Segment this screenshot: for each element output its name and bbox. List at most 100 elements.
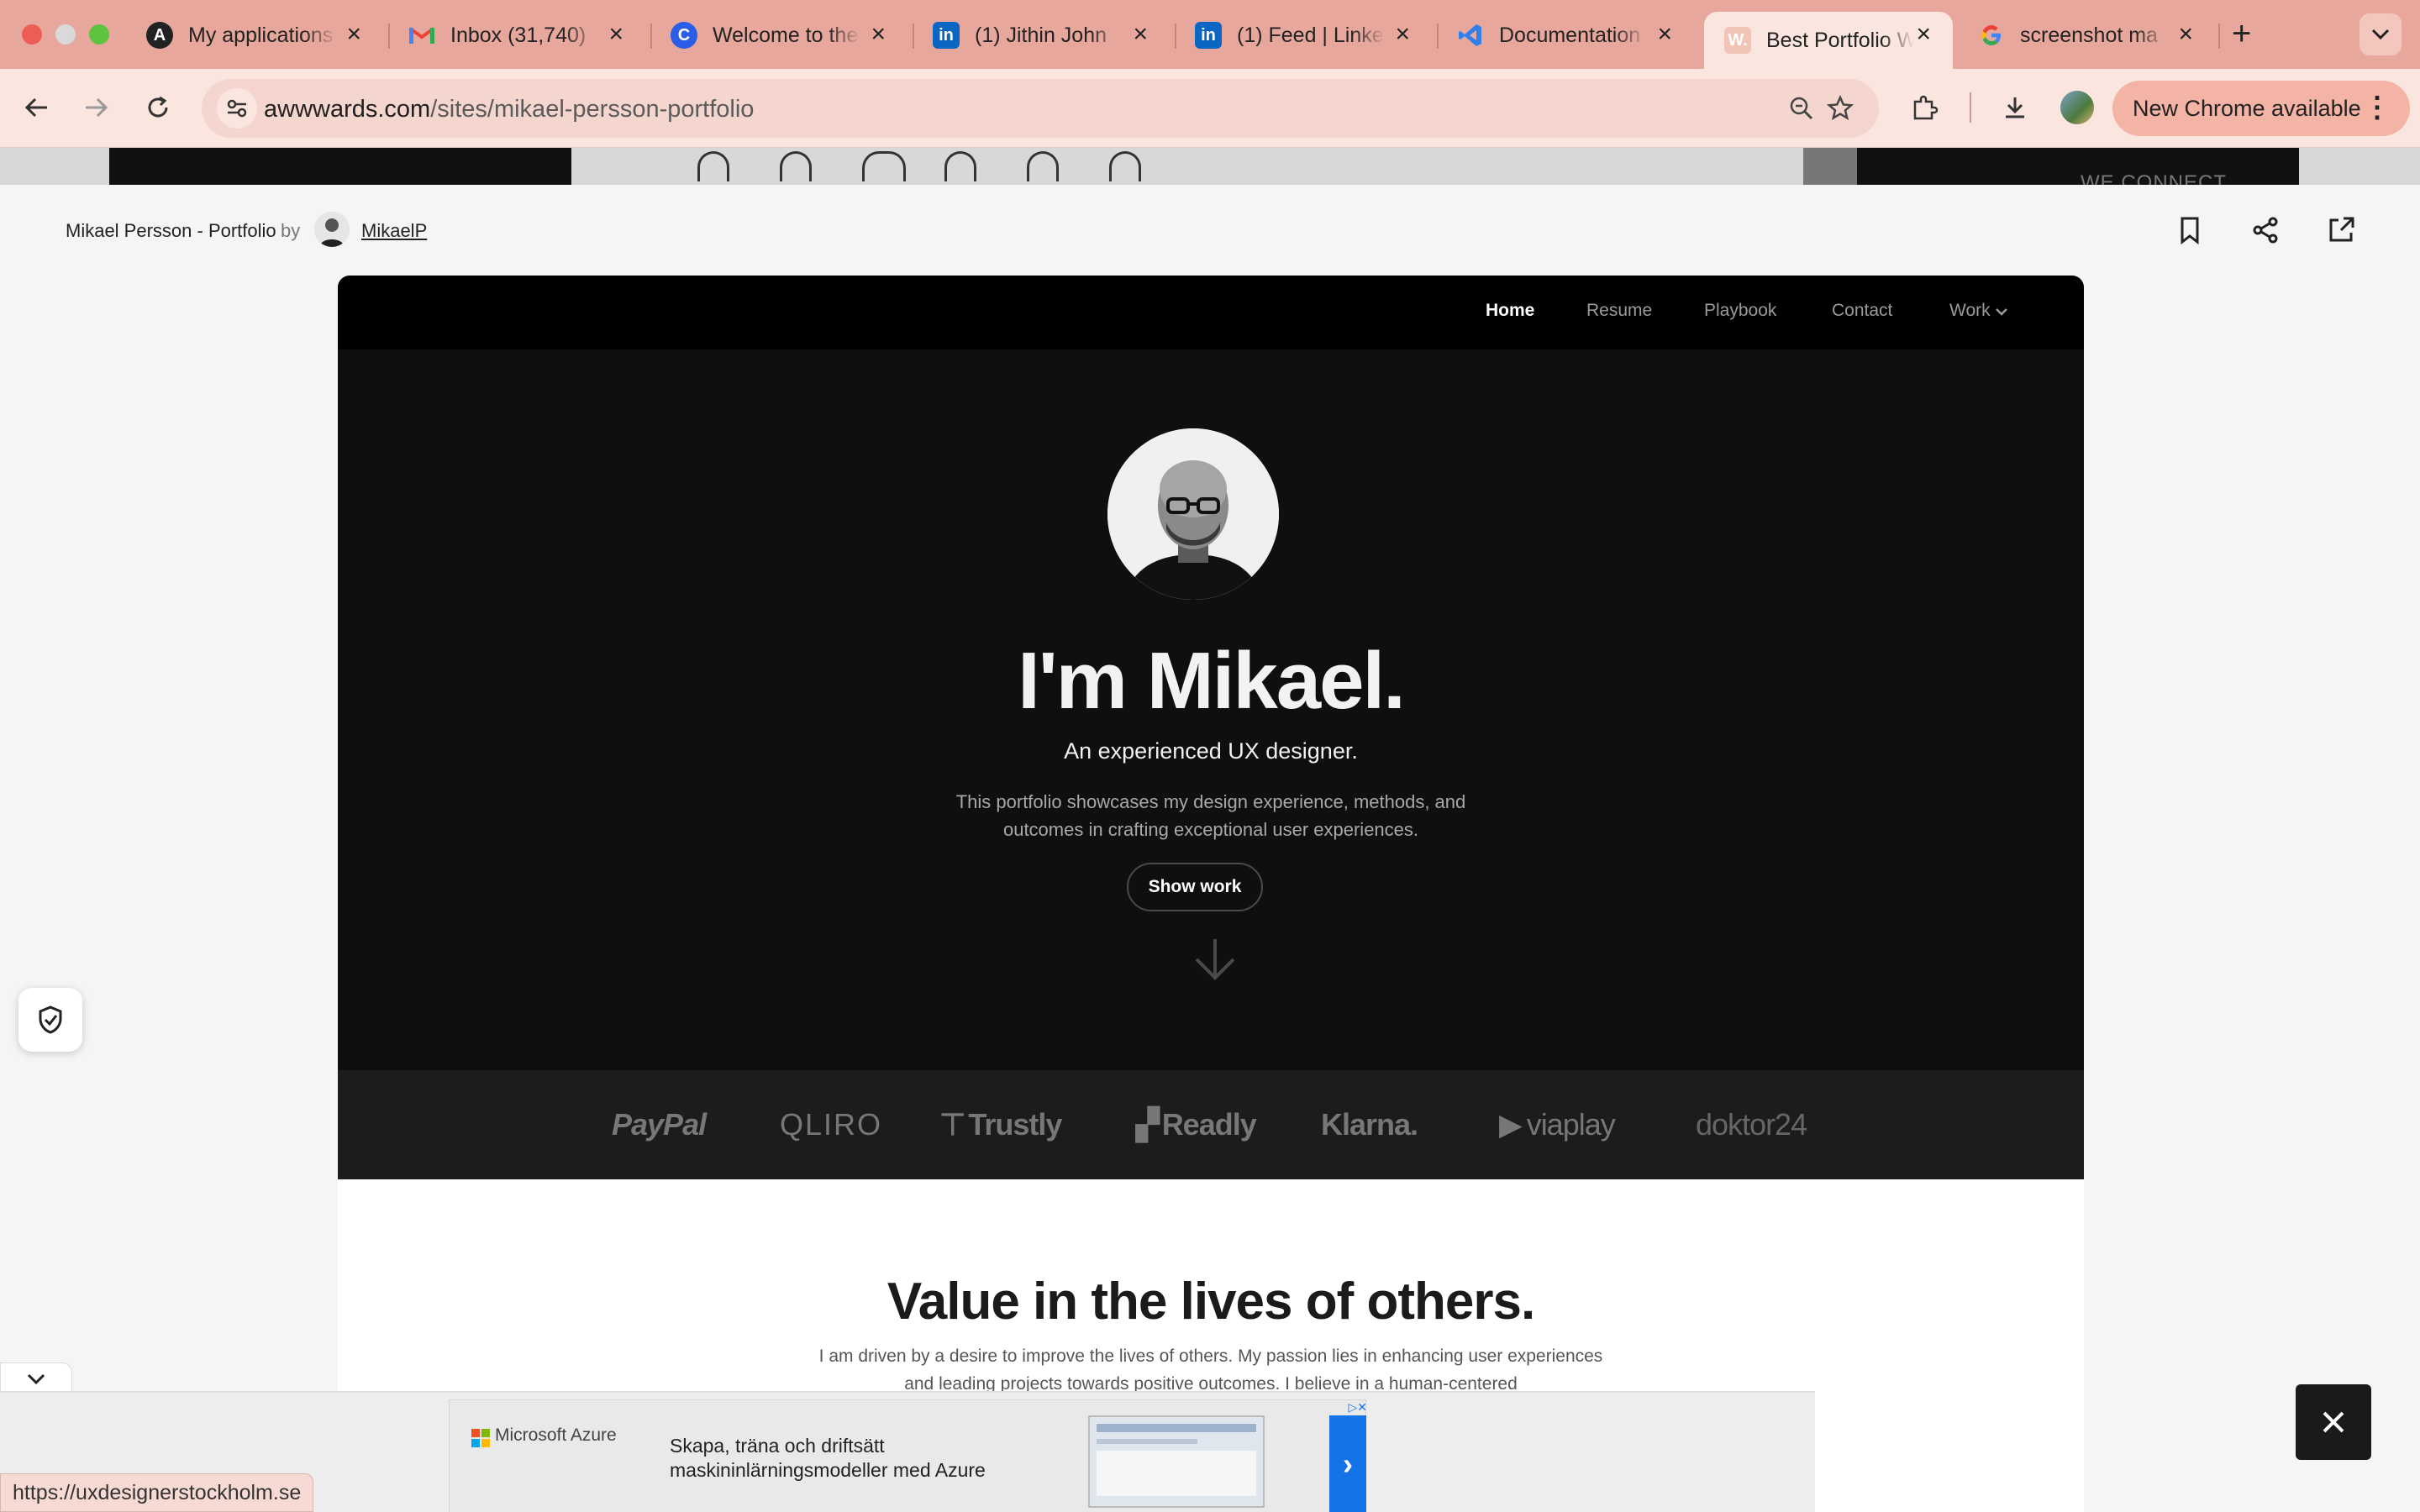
tab-close-icon[interactable]: × xyxy=(1657,22,1672,47)
tab-label: (1) Jithin John xyxy=(975,23,1107,47)
open-external-icon[interactable] xyxy=(2323,212,2360,249)
linkedin-icon: in xyxy=(1195,22,1222,49)
background-page-strip: WE CONNECT xyxy=(0,148,2420,185)
bookmark-star-icon[interactable] xyxy=(1820,88,1860,129)
minimize-window-button[interactable] xyxy=(55,24,76,45)
hero-subtitle: An experienced UX designer. xyxy=(1064,738,1358,764)
close-button[interactable] xyxy=(2296,1384,2371,1460)
nav-resume[interactable]: Resume xyxy=(1586,301,1652,321)
tab-close-icon[interactable]: × xyxy=(346,22,361,47)
arrow-down-icon[interactable] xyxy=(1192,937,1239,985)
ad-choices-icon[interactable]: ▷✕ xyxy=(1328,1400,1368,1415)
gmail-icon xyxy=(408,22,435,49)
ad-arrow-button[interactable]: › xyxy=(1329,1415,1366,1512)
client-logo: ▞ Readly xyxy=(1136,1107,1257,1142)
browser-tab[interactable]: Inbox (31,740) × xyxy=(388,12,645,59)
close-icon xyxy=(2323,1411,2344,1433)
nav-work[interactable]: Work xyxy=(1949,301,2008,321)
browser-tab[interactable]: C Welcome to the × xyxy=(650,12,908,59)
back-button[interactable] xyxy=(17,87,57,128)
nav-playbook[interactable]: Playbook xyxy=(1704,301,1776,321)
zoom-icon[interactable] xyxy=(1781,88,1822,129)
arrow-right-icon xyxy=(86,97,108,118)
browser-tab[interactable]: Documentation × xyxy=(1437,12,1694,59)
close-window-button[interactable] xyxy=(22,24,42,45)
preview-nav: Home Resume Playbook Contact Work xyxy=(338,276,2084,349)
client-logo: QLIRO xyxy=(780,1107,883,1142)
address-bar[interactable]: awwwards.com/sites/mikael-persson-portfo… xyxy=(202,79,1879,138)
awwwards-icon: W. xyxy=(1724,27,1751,54)
arrow-left-icon xyxy=(24,97,47,118)
browser-tab[interactable]: in (1) Feed | LinkedIn × xyxy=(1175,12,1432,59)
client-logo: Klarna. xyxy=(1321,1107,1418,1142)
ad-unit[interactable]: Microsoft Azure Skapa, träna och driftsä… xyxy=(449,1399,1368,1512)
browser-tab-active[interactable]: W. Best Portfolio W × xyxy=(1704,12,1953,69)
client-logo: ⊤ Trustly xyxy=(939,1107,1062,1142)
chevron-down-icon xyxy=(2371,29,2390,40)
client-logo: ▶ viaplay xyxy=(1499,1107,1616,1142)
tab-label: Welcome to the xyxy=(713,23,859,47)
nav-contact[interactable]: Contact xyxy=(1832,301,1892,321)
privacy-settings-button[interactable] xyxy=(18,988,82,1052)
new-tab-button[interactable]: + xyxy=(2232,15,2251,53)
ad-brand: Microsoft Azure xyxy=(495,1425,617,1445)
ad-screenshot-image xyxy=(1088,1415,1265,1508)
profile-portrait xyxy=(1107,428,1279,600)
tab-close-icon[interactable]: × xyxy=(608,22,623,47)
modal-header: Mikael Persson - Portfolio by MikaelP xyxy=(0,185,2420,276)
section-title: Value in the lives of others. xyxy=(886,1273,1535,1331)
tab-close-icon[interactable]: × xyxy=(2178,22,2193,47)
url-text: awwwards.com/sites/mikael-persson-portfo… xyxy=(264,96,755,123)
status-bar-url: https://uxdesignerstockholm.se xyxy=(0,1473,314,1512)
site-preview: Home Resume Playbook Contact Work I'm Mi… xyxy=(338,276,2084,1512)
hero-section: I'm Mikael. An experienced UX designer. … xyxy=(338,349,2084,1070)
client-logo: doktor24 xyxy=(1696,1107,1807,1142)
c-logo-icon: C xyxy=(671,22,697,49)
microsoft-logo-icon xyxy=(471,1429,490,1447)
by-label: by xyxy=(281,220,301,241)
author-link[interactable]: MikaelP xyxy=(361,220,427,242)
tab-label: screenshot ma xyxy=(2020,23,2158,47)
browser-toolbar: awwwards.com/sites/mikael-persson-portfo… xyxy=(0,69,2420,148)
extensions-icon[interactable] xyxy=(1904,87,1944,128)
client-logos: PayPal QLIRO ⊤ Trustly ▞ Readly Klarna. ▶ v… xyxy=(338,1070,2084,1179)
section-text: I am driven by a desire to improve the l… xyxy=(818,1347,1603,1394)
tab-label: Inbox (31,740) xyxy=(450,23,587,47)
more-menu-icon[interactable]: ⋮ xyxy=(2363,91,2391,124)
browser-tab[interactable]: in (1) Jithin John × xyxy=(913,12,1170,59)
client-logo: PayPal xyxy=(612,1107,707,1142)
tab-strip: A My applications × Inbox (31,740) × C W… xyxy=(0,0,2420,69)
downloads-icon[interactable] xyxy=(1995,87,2035,128)
tab-close-icon[interactable]: × xyxy=(871,22,886,47)
site-settings-icon[interactable] xyxy=(217,88,257,129)
author-avatar[interactable] xyxy=(314,212,350,247)
a-logo-icon: A xyxy=(146,22,173,49)
browser-tab[interactable]: screenshot ma × xyxy=(1958,12,2215,59)
browser-tab[interactable]: A My applications × xyxy=(126,12,383,59)
site-detail-modal: Mikael Persson - Portfolio by MikaelP Ho… xyxy=(0,185,2420,1512)
tab-search-button[interactable] xyxy=(2360,13,2402,55)
share-icon[interactable] xyxy=(2247,212,2284,249)
update-chrome-button[interactable]: New Chrome available ⋮ xyxy=(2112,81,2410,136)
tab-close-icon[interactable]: × xyxy=(1133,22,1148,47)
site-title: Mikael Persson - Portfolio xyxy=(66,220,276,241)
tab-label: My applications xyxy=(188,23,334,47)
forward-button[interactable] xyxy=(76,87,116,128)
hero-title: I'm Mikael. xyxy=(1018,636,1406,726)
tab-label: Best Portfolio W xyxy=(1766,28,1914,52)
nav-home[interactable]: Home xyxy=(1486,301,1534,321)
maximize-window-button[interactable] xyxy=(89,24,109,45)
bookmark-icon[interactable] xyxy=(2171,212,2208,249)
tab-close-icon[interactable]: × xyxy=(1395,22,1410,47)
reload-button[interactable] xyxy=(138,87,178,128)
hero-description: This portfolio showcases my design exper… xyxy=(955,791,1466,840)
linkedin-icon: in xyxy=(933,22,960,49)
tab-close-icon[interactable]: × xyxy=(1916,22,1931,47)
profile-avatar[interactable] xyxy=(2057,87,2097,128)
reload-icon xyxy=(148,96,168,118)
google-icon xyxy=(1978,22,2005,49)
show-work-button[interactable]: Show work xyxy=(1127,863,1263,911)
ad-text: Skapa, träna och driftsätt maskininlärni… xyxy=(670,1435,986,1481)
tab-label: (1) Feed | LinkedIn xyxy=(1237,23,1385,47)
chevron-down-icon xyxy=(27,1373,45,1385)
